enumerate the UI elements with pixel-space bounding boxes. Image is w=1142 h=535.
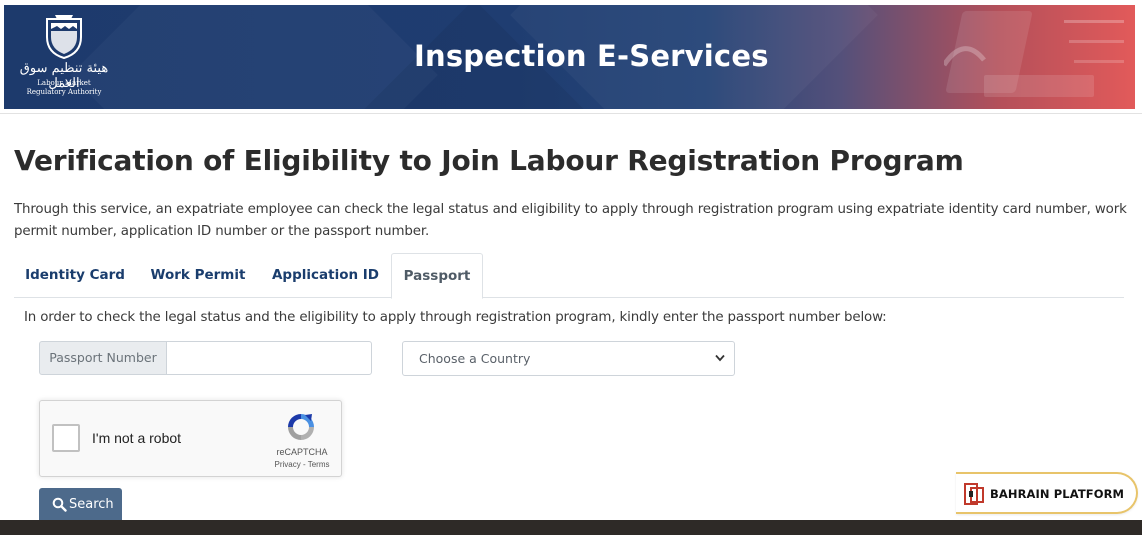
logo-english-line: Labour Market <box>37 79 91 87</box>
search-icon <box>52 497 67 512</box>
bahrain-platform-badge[interactable]: BAHRAIN PLATFORM <box>956 472 1138 514</box>
header-banner: هيئة تنظيم سوق العمل Labour Market Regul… <box>4 5 1135 109</box>
search-button-label: Search <box>69 497 114 512</box>
recaptcha-logo-icon <box>288 414 314 440</box>
tab-work-permit[interactable]: Work Permit <box>136 253 260 298</box>
tab-application-id[interactable]: Application ID <box>260 253 391 298</box>
intro-text: Through this service, an expatriate empl… <box>14 202 1127 239</box>
bahrain-platform-label: BAHRAIN PLATFORM <box>990 487 1125 501</box>
header-banner-container: هيئة تنظيم سوق العمل Labour Market Regul… <box>0 0 1142 114</box>
recaptcha-brand: reCAPTCHA <box>276 447 328 457</box>
tab-passport[interactable]: Passport <box>391 253 483 299</box>
page-title: Verification of Eligibility to Join Labo… <box>14 144 964 177</box>
passport-number-input[interactable] <box>166 341 372 375</box>
logo-english-line: Regulatory Authority <box>26 88 102 96</box>
chevron-down-icon <box>715 354 725 362</box>
footer-bar <box>0 520 1142 535</box>
lmra-logo: هيئة تنظيم سوق العمل Labour Market Regul… <box>18 15 110 103</box>
tab-bar: Identity Card Work Permit Application ID… <box>14 253 1124 299</box>
passport-number-label: Passport Number <box>39 341 167 375</box>
bahrain-platform-logo-icon <box>964 483 984 505</box>
tab-identity-card[interactable]: Identity Card <box>14 253 136 298</box>
country-select-value: Choose a Country <box>419 351 531 366</box>
passport-input-group: Passport Number <box>39 341 372 375</box>
logo-english-text: Labour Market Regulatory Authority <box>18 79 110 97</box>
form-instruction: In order to check the legal status and t… <box>24 310 887 325</box>
recaptcha-label: I'm not a robot <box>92 430 182 446</box>
recaptcha-checkbox[interactable] <box>52 424 80 452</box>
country-select[interactable]: Choose a Country <box>402 341 735 376</box>
recaptcha-widget: I'm not a robot reCAPTCHA Privacy - Term… <box>39 400 342 477</box>
recaptcha-links[interactable]: Privacy - Terms <box>262 460 342 469</box>
search-button[interactable]: Search <box>39 488 122 522</box>
banner-title: Inspection E-Services <box>414 39 769 73</box>
crest-icon <box>46 15 82 59</box>
banner-laptop-image <box>944 11 1124 97</box>
